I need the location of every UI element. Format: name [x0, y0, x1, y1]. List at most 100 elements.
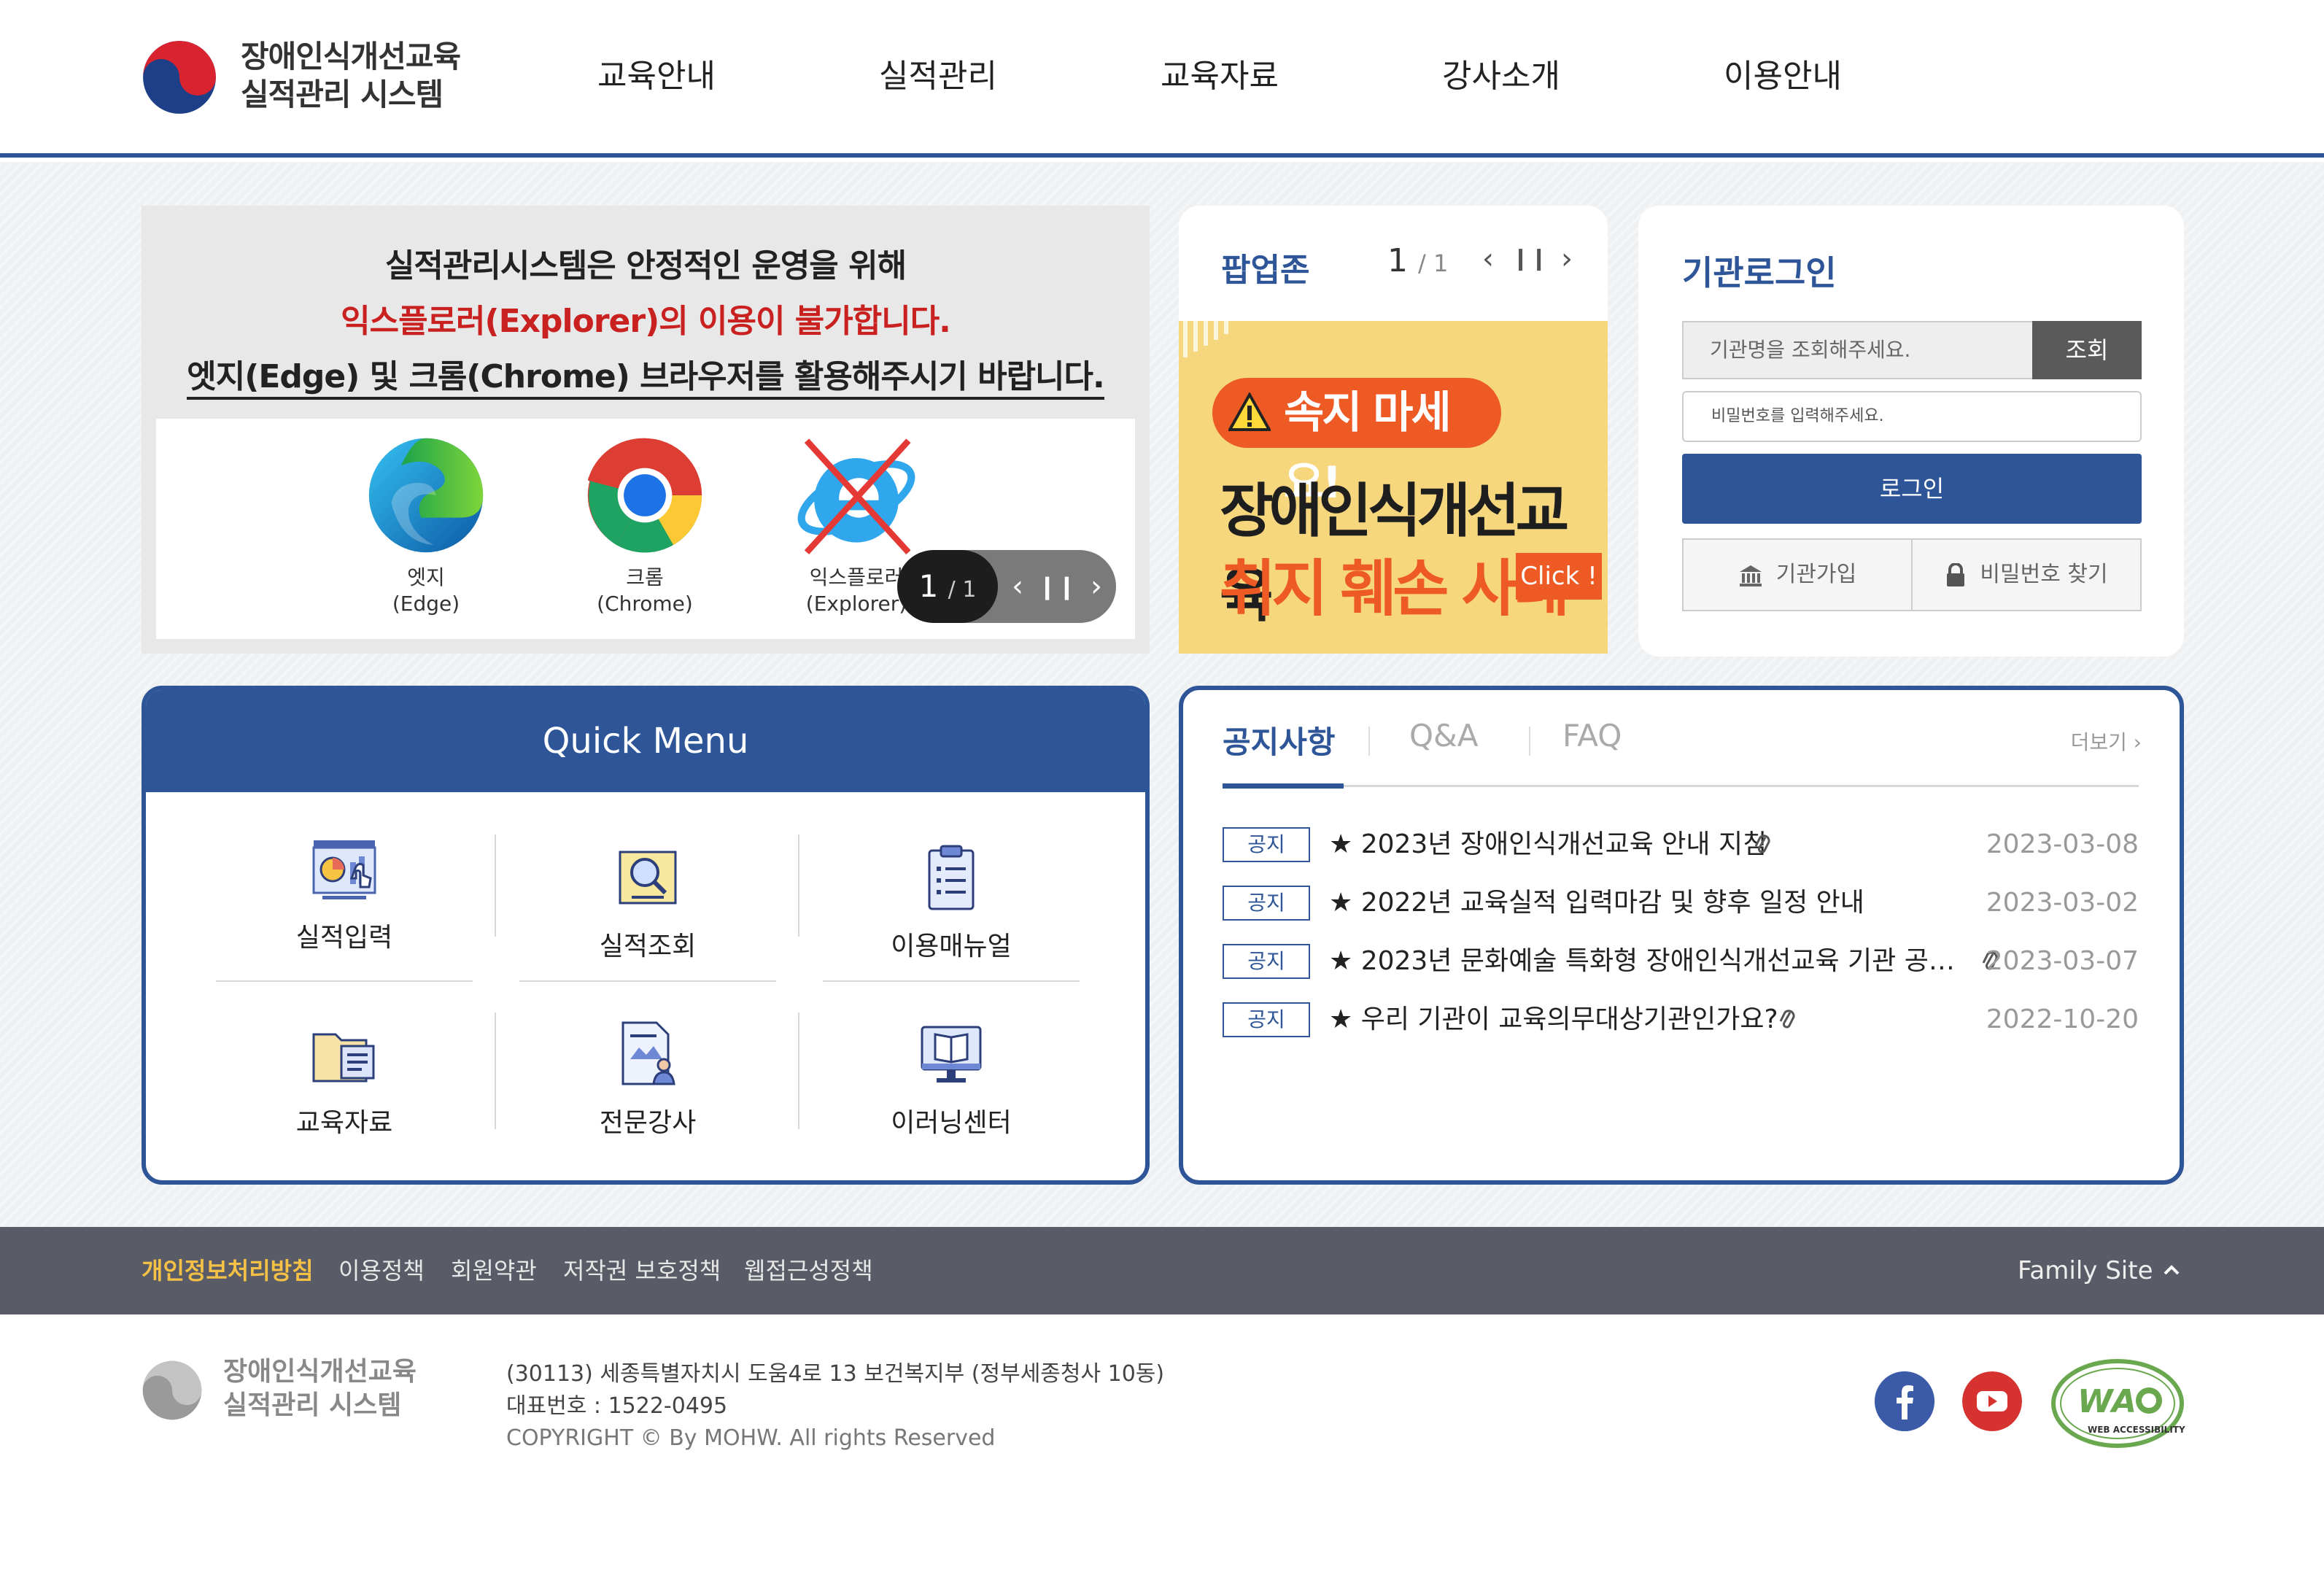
site-footer: 장애인식개선교육 실적관리 시스템 (30113) 세종특별자치시 도움4로 1… [0, 1314, 2324, 1580]
popup-current: 1 [1387, 242, 1408, 279]
nav-item-instructors[interactable]: 강사소개 [1399, 51, 1603, 102]
footer-link-copyright[interactable]: 저작권 보호정책 [563, 1227, 721, 1314]
quick-item-label: 이러닝센터 [891, 1108, 1012, 1138]
notice-title[interactable]: ★ 2022년 교육실적 입력마감 및 향후 일정 안내 [1329, 886, 1864, 921]
tab-qna[interactable]: Q&A [1409, 718, 1479, 754]
divider [495, 1012, 496, 1129]
internet-explorer-crossed-icon [797, 438, 915, 555]
building-icon [1739, 565, 1762, 586]
browser-chrome: 크롬 (Chrome) [572, 433, 718, 617]
quick-item-education-materials[interactable]: 교육자료 [216, 1018, 473, 1172]
find-password-button[interactable]: 비밀번호 찾기 [1911, 538, 2142, 611]
quick-item-label: 전문강사 [599, 1108, 697, 1138]
notice-title[interactable]: ★ 우리 기관이 교육의무대상기관인가요? [1329, 1002, 1778, 1037]
banner-next-icon[interactable]: › [1077, 550, 1116, 623]
footer-link-accessibility[interactable]: 웹접근성정책 [744, 1227, 873, 1314]
taegeuk-gray-logo-icon [142, 1360, 202, 1420]
notice-row[interactable]: 공지 ★ 2022년 교육실적 입력마감 및 향후 일정 안내 2023-03-… [1223, 886, 2139, 923]
banner-pause-icon[interactable]: ❙❙ [1037, 550, 1077, 623]
quick-item-performance-input[interactable]: 실적입력 [216, 833, 473, 986]
institution-login-panel: 기관로그인 기관명을 조회해주세요. 조회 비밀번호를 입력해주세요. 로그인 … [1638, 206, 2184, 657]
browser-chrome-name: 크롬 [626, 565, 664, 589]
institution-join-button[interactable]: 기관가입 [1682, 538, 1913, 611]
footer-logo: 장애인식개선교육 실적관리 시스템 [142, 1355, 448, 1428]
popup-prev-icon[interactable]: ‹ [1473, 241, 1503, 277]
notice-date: 2022-10-20 [1986, 1004, 2139, 1034]
notice-title[interactable]: ★ 2023년 장애인식개선교육 안내 지침 [1329, 827, 1767, 862]
notice-row[interactable]: 공지 ★ 2023년 문화예술 특화형 장애인식개선교육 기관 공… 2023-… [1223, 944, 2139, 982]
divider [495, 834, 496, 937]
youtube-icon[interactable] [1962, 1371, 2022, 1431]
browser-edge-name: 엣지 [407, 565, 445, 589]
footer-logo-text: 장애인식개선교육 실적관리 시스템 [223, 1355, 417, 1422]
active-tab-indicator [1223, 783, 1344, 789]
quick-item-elearning-center[interactable]: 이러닝센터 [823, 1018, 1080, 1172]
tab-separator [1529, 727, 1530, 756]
chevron-right-icon: › [2133, 730, 2142, 754]
nav-item-education-guide[interactable]: 교육안내 [554, 51, 759, 102]
tab-notice[interactable]: 공지사항 [1223, 718, 1336, 762]
notice-badge: 공지 [1223, 886, 1310, 921]
site-header: 장애인식개선교육 실적관리 시스템 교육안내 실적관리 교육자료 강사소개 이용… [0, 0, 2324, 158]
password-input[interactable]: 비밀번호를 입력해주세요. [1682, 391, 2142, 442]
popup-pause-icon[interactable]: ❙❙ [1511, 241, 1548, 277]
popup-click-badge[interactable]: Click ! [1516, 553, 1602, 600]
edge-icon [368, 438, 484, 553]
family-site-toggle[interactable]: Family Site [2018, 1227, 2153, 1314]
notice-title[interactable]: ★ 2023년 문화예술 특화형 장애인식개선교육 기관 공… [1329, 944, 1955, 979]
tabs-underline [1223, 785, 2139, 787]
footer-link-privacy[interactable]: 개인정보처리방침 [142, 1227, 314, 1314]
popup-next-icon[interactable]: › [1552, 241, 1581, 277]
logo-line-1: 장애인식개선교육 [241, 39, 461, 74]
banner-slide-counter: 1 / 1 [897, 550, 998, 623]
nav-item-usage-guide[interactable]: 이용안내 [1681, 51, 1885, 102]
wa-certification-icon: WA WEB ACCESSIBILITY [2051, 1359, 2185, 1448]
wa-badge-text: WEB ACCESSIBILITY [2088, 1425, 2185, 1435]
logo-line-2: 실적관리 시스템 [241, 77, 444, 112]
notice-board: 공지사항 Q&A FAQ 더보기 › 공지 ★ 2023년 장애인식개선교육 안… [1179, 686, 2184, 1185]
footer-link-usage-policy[interactable]: 이용정책 [338, 1227, 425, 1314]
institution-join-label: 기관가입 [1775, 562, 1857, 587]
tab-faq[interactable]: FAQ [1562, 718, 1622, 754]
browser-chrome-en: (Chrome) [597, 592, 693, 616]
more-label: 더보기 [2070, 730, 2127, 754]
warning-pill: 속지 마세요! [1212, 378, 1501, 508]
notice-badge: 공지 [1223, 1002, 1310, 1037]
folder-icon [312, 1033, 375, 1083]
nav-item-materials[interactable]: 교육자료 [1118, 51, 1322, 102]
notice-row[interactable]: 공지 ★ 2023년 장애인식개선교육 안내 지침 2023-03-08 [1223, 827, 2139, 865]
banner-slide-current: 1 [918, 568, 939, 604]
banner-slide-total: / 1 [948, 577, 977, 603]
popup-counter: 1 / 1 [1387, 242, 1448, 279]
notice-date: 2023-03-02 [1986, 888, 2139, 918]
banner-prev-icon[interactable]: ‹ [998, 550, 1037, 623]
chart-input-icon [312, 840, 376, 899]
quick-item-user-manual[interactable]: 이용매뉴얼 [823, 842, 1080, 995]
popup-zone-title: 팝업존 [1221, 252, 1310, 289]
clipboard-icon [928, 845, 975, 910]
login-button[interactable]: 로그인 [1682, 454, 2142, 524]
notice-row[interactable]: 공지 ★ 우리 기관이 교육의무대상기관인가요? 2022-10-20 [1223, 1002, 2139, 1040]
banner-line-3: 엣지(Edge) 및 크롬(Chrome) 브라우저를 활용해주시기 바랍니다. [142, 350, 1150, 400]
chevron-up-icon[interactable] [2161, 1259, 2182, 1281]
magnifier-document-icon [619, 851, 677, 905]
banner-line-3-text: 엣지(Edge) 및 크롬(Chrome) 브라우저를 활용해주시기 바랍니다. [187, 358, 1105, 400]
warning-triangle-icon [1228, 392, 1271, 431]
main-banner-slider: 실적관리시스템은 안정적인 운영을 위해 익스플로러(Explorer)의 이용… [142, 206, 1150, 654]
notice-badge: 공지 [1223, 827, 1310, 862]
browser-edge-en: (Edge) [392, 592, 460, 616]
institution-search-input[interactable]: 기관명을 조회해주세요. [1682, 321, 2032, 379]
institution-search-button[interactable]: 조회 [2032, 321, 2142, 379]
site-logo[interactable]: 장애인식개선교육 실적관리 시스템 [142, 38, 477, 118]
notice-date: 2023-03-07 [1986, 946, 2139, 976]
quick-item-performance-search[interactable]: 실적조회 [519, 842, 776, 995]
footer-copyright: COPYRIGHT © By MOHW. All rights Reserved [506, 1425, 996, 1451]
nav-item-performance[interactable]: 실적관리 [836, 51, 1040, 102]
popup-banner-image[interactable]: 속지 마세요! 장애인식개선교육 취지 훼손 사례 Click ! [1179, 321, 1608, 654]
popup-zone: 팝업존 1 / 1 ‹ ❙❙ › 속지 마세요! 장애인식개선교육 취지 훼손 … [1179, 206, 1608, 654]
quick-item-instructors[interactable]: 전문강사 [519, 1018, 776, 1172]
find-password-label: 비밀번호 찾기 [1980, 562, 2108, 587]
more-link[interactable]: 더보기 › [2071, 727, 2142, 756]
footer-link-terms[interactable]: 회원약관 [451, 1227, 537, 1314]
facebook-icon[interactable] [1875, 1371, 1934, 1431]
